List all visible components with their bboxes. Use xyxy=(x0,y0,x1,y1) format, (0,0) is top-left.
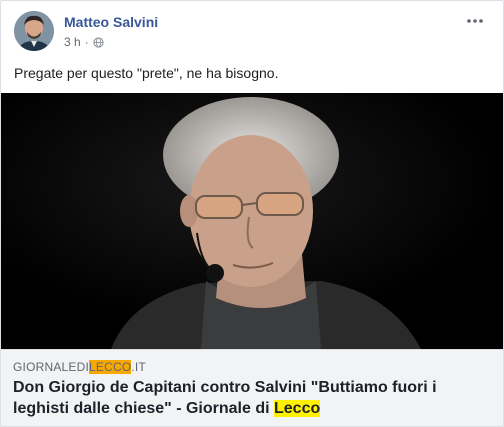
link-domain: GIORNALEDILECCO.IT xyxy=(13,360,146,374)
link-title-main: Don Giorgio de Capitani contro Salvini "… xyxy=(13,379,437,417)
globe-icon[interactable] xyxy=(93,36,104,48)
feed-post: Matteo Salvini 3 h · Pregate per questo … xyxy=(0,0,504,427)
meta-separator: · xyxy=(84,35,89,49)
domain-prefix: GIORNALEDI xyxy=(13,360,90,374)
link-preview[interactable]: GIORNALEDILECCO.IT Don Giorgio de Capita… xyxy=(1,349,503,426)
link-preview-image[interactable] xyxy=(1,93,503,349)
post-message: Pregate per questo "prete", ne ha bisogn… xyxy=(14,65,279,81)
domain-suffix: .IT xyxy=(131,360,146,374)
link-title[interactable]: Don Giorgio de Capitani contro Salvini "… xyxy=(13,377,493,419)
post-meta: 3 h · xyxy=(64,35,104,49)
domain-highlight: LECCO xyxy=(89,360,132,374)
author-avatar[interactable] xyxy=(14,11,54,51)
timestamp[interactable]: 3 h xyxy=(64,35,81,49)
link-title-highlight: Lecco xyxy=(274,400,321,417)
author-name[interactable]: Matteo Salvini xyxy=(64,14,158,30)
more-options-icon[interactable] xyxy=(463,11,487,31)
